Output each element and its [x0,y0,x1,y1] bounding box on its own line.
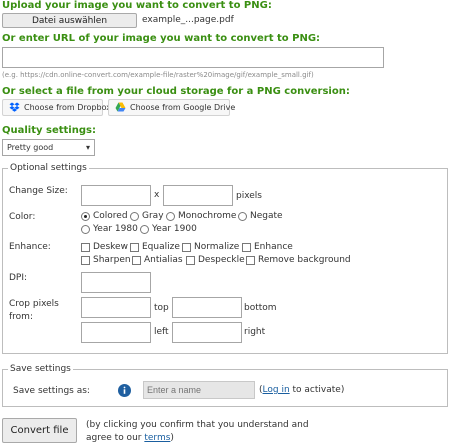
enhance-checkbox-sharpen[interactable] [81,255,90,265]
crop-label-line1: Crop pixels [9,299,59,309]
enhance-option-enhance[interactable]: Enhance [242,242,293,252]
quality-selected-value: Pretty good [7,143,54,152]
color-option-label: Year 1900 [152,224,197,234]
enhance-option-label: Equalize [142,242,180,252]
enhance-option-label: Antialias [144,255,183,265]
width-input[interactable] [81,185,151,206]
color-radio-year-1900[interactable] [140,224,149,234]
enhance-checkbox-equalize[interactable] [130,242,139,252]
convert-note-suffix: ) [170,433,174,443]
color-option-year-1980[interactable]: Year 1980 [81,224,138,234]
color-radio-year-1980[interactable] [81,224,90,234]
save-settings-label: Save settings as: [13,386,90,396]
color-option-negate[interactable]: Negate [238,211,283,221]
enhance-checkbox-normalize[interactable] [182,242,191,252]
enhance-option-antialias[interactable]: Antialias [132,255,183,265]
pixels-unit: pixels [236,191,262,201]
color-radio-negate[interactable] [238,211,247,221]
settings-name-input[interactable] [143,381,255,399]
convert-note-line1: (by clicking you confirm that you unders… [86,420,309,430]
enhance-option-label: Sharpen [93,255,131,265]
enhance-option-label: Despeckle [198,255,245,265]
crop-top-label: top [154,303,169,313]
dropbox-icon [9,102,20,114]
color-option-monochrome[interactable]: Monochrome [166,211,236,221]
crop-left-input[interactable] [81,322,151,343]
login-note: (Log in to activate) [259,385,344,395]
enhance-option-label: Remove background [258,255,351,265]
enhance-checkbox-remove-background[interactable] [246,255,255,265]
url-heading: Or enter URL of your image you want to c… [2,33,321,44]
color-option-label: Colored [93,211,128,221]
crop-right-label: right [244,327,266,337]
login-note-text: to activate) [289,385,345,395]
convert-note-line2: agree to our terms) [86,433,174,443]
url-input[interactable] [2,47,384,68]
enhance-label: Enhance: [9,242,51,252]
color-option-gray[interactable]: Gray [130,211,164,221]
crop-top-input[interactable] [81,297,151,318]
url-example-hint: (e.g. https://cdn.online-convert.com/exa… [2,71,314,79]
google-drive-icon [115,102,126,114]
enhance-checkbox-enhance[interactable] [242,242,251,252]
enhance-option-remove-background[interactable]: Remove background [246,255,351,265]
google-drive-button[interactable]: Choose from Google Drive [108,99,235,116]
enhance-option-label: Deskew [93,242,128,252]
dpi-label: DPI: [9,273,28,283]
color-label: Color: [9,212,36,222]
enhance-checkbox-deskew[interactable] [81,242,90,252]
enhance-option-sharpen[interactable]: Sharpen [81,255,131,265]
selected-file-name: example_...page.pdf [142,15,234,25]
crop-bottom-input[interactable] [172,297,242,318]
quality-select[interactable]: Pretty good ▾ [2,139,95,156]
dropbox-button[interactable]: Choose from Dropbox [2,99,111,116]
height-input[interactable] [163,185,233,206]
login-link[interactable]: Log in [263,385,290,395]
color-radio-gray[interactable] [130,211,139,221]
crop-label-line2: from: [9,312,33,322]
size-separator: x [154,190,160,200]
terms-link[interactable]: terms [144,433,170,443]
crop-bottom-label: bottom [244,303,277,313]
choose-file-button[interactable]: Datei auswählen [2,13,137,28]
upload-heading: Upload your image you want to convert to… [2,0,272,11]
enhance-option-label: Normalize [194,242,240,252]
dropbox-label: Choose from Dropbox [24,103,111,112]
enhance-option-equalize[interactable]: Equalize [130,242,180,252]
change-size-label: Change Size: [9,186,68,196]
color-option-label: Negate [250,211,283,221]
color-option-label: Gray [142,211,164,221]
convert-note-prefix: agree to our [86,433,145,443]
convert-file-button[interactable]: Convert file [2,418,77,443]
color-radio-colored[interactable] [81,211,90,221]
optional-settings-legend: Optional settings [8,163,89,173]
crop-left-label: left [154,327,169,337]
google-drive-label: Choose from Google Drive [130,103,236,112]
dpi-input[interactable] [81,272,151,293]
color-radio-monochrome[interactable] [166,211,175,221]
color-option-label: Year 1980 [93,224,138,234]
save-settings-legend: Save settings [8,364,73,374]
enhance-option-deskew[interactable]: Deskew [81,242,128,252]
color-option-colored[interactable]: Colored [81,211,128,221]
enhance-checkbox-antialias[interactable] [132,255,141,265]
chevron-down-icon: ▾ [85,143,90,152]
enhance-option-label: Enhance [254,242,293,252]
cloud-heading: Or select a file from your cloud storage… [2,86,350,97]
crop-right-input[interactable] [172,322,242,343]
quality-heading: Quality settings: [2,125,96,136]
enhance-option-despeckle[interactable]: Despeckle [186,255,245,265]
enhance-option-normalize[interactable]: Normalize [182,242,239,252]
color-option-year-1900[interactable]: Year 1900 [140,224,197,234]
enhance-checkbox-despeckle[interactable] [186,255,195,265]
color-option-label: Monochrome [178,211,237,221]
info-icon[interactable] [118,384,131,400]
